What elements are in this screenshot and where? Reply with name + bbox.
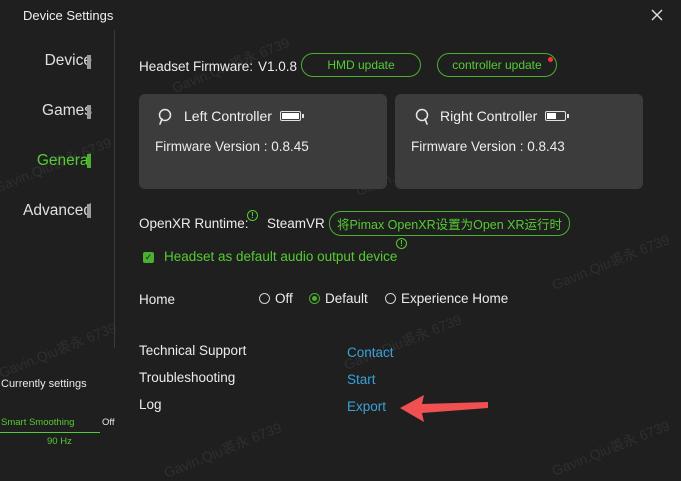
sidebar-indicator-active bbox=[87, 154, 91, 168]
technical-support-label: Technical Support bbox=[139, 343, 247, 358]
troubleshooting-label: Troubleshooting bbox=[139, 370, 236, 385]
home-radio-experience-home[interactable]: Experience Home bbox=[385, 290, 508, 306]
contact-link[interactable]: Contact bbox=[347, 345, 394, 360]
right-controller-name: Right Controller bbox=[440, 108, 538, 124]
watermark: Gavin.Qiu裘永 6739 bbox=[341, 311, 464, 373]
left-controller-firmware: Firmware Version : 0.8.45 bbox=[155, 139, 309, 154]
default-audio-checkbox[interactable]: ✓ bbox=[143, 252, 154, 263]
sidebar-indicator bbox=[87, 204, 91, 218]
smart-smoothing-underline bbox=[0, 432, 100, 433]
default-audio-label[interactable]: Headset as default audio output device bbox=[164, 249, 397, 264]
info-icon[interactable]: ! bbox=[247, 210, 258, 221]
headset-firmware-version: V1.0.8 bbox=[258, 59, 298, 74]
window-title: Device Settings bbox=[23, 8, 114, 23]
smart-smoothing-value: Off bbox=[102, 417, 115, 428]
radio-button bbox=[385, 292, 396, 304]
info-icon[interactable]: ! bbox=[396, 238, 407, 249]
radio-label: Off bbox=[275, 290, 293, 306]
annotation-arrow-icon bbox=[400, 395, 488, 422]
sidebar-item-device[interactable]: Device bbox=[45, 52, 92, 70]
sidebar-item-general[interactable]: General bbox=[37, 152, 92, 170]
right-controller-firmware: Firmware Version : 0.8.43 bbox=[411, 139, 565, 154]
sidebar-indicator bbox=[87, 105, 91, 119]
controller-icon bbox=[158, 108, 172, 125]
left-controller-name: Left Controller bbox=[184, 108, 272, 124]
radio-label: Experience Home bbox=[401, 290, 509, 306]
set-pimax-openxr-button[interactable]: 将Pimax OpenXR设置为Open XR运行时 bbox=[329, 211, 570, 236]
home-radio-off[interactable]: Off bbox=[259, 290, 293, 306]
start-link[interactable]: Start bbox=[347, 372, 376, 387]
title-bar: Device Settings bbox=[0, 0, 681, 30]
controller-update-button[interactable]: controller update bbox=[437, 53, 557, 77]
right-controller-card: Right Controller Firmware Version : 0.8.… bbox=[395, 94, 643, 189]
battery-icon bbox=[280, 111, 304, 121]
controller-icon bbox=[415, 108, 429, 125]
export-link[interactable]: Export bbox=[347, 399, 386, 414]
current-settings-label: Currently settings bbox=[1, 378, 87, 390]
log-label: Log bbox=[139, 397, 162, 412]
sidebar: Device Games General Advanced bbox=[0, 30, 114, 481]
home-radio-default[interactable]: Default bbox=[309, 290, 368, 306]
update-notification-dot bbox=[548, 57, 553, 62]
radio-label: Default bbox=[325, 290, 368, 306]
close-button[interactable] bbox=[648, 6, 666, 24]
home-label: Home bbox=[139, 292, 176, 307]
watermark: Gavin.Qiu裘永 6739 bbox=[161, 419, 284, 481]
openxr-runtime-value: SteamVR bbox=[267, 216, 325, 231]
openxr-runtime-label: OpenXR Runtime: bbox=[139, 216, 249, 231]
battery-icon bbox=[545, 111, 569, 121]
watermark: Gavin.Qiu裘永 6739 bbox=[549, 417, 672, 479]
battery-fill bbox=[282, 113, 299, 119]
radio-button bbox=[259, 292, 270, 304]
sidebar-divider bbox=[114, 30, 115, 348]
refresh-rate: 90 Hz bbox=[47, 436, 72, 447]
headset-firmware-label: Headset Firmware: bbox=[139, 59, 254, 74]
watermark: Gavin.Qiu裘永 6739 bbox=[549, 231, 672, 293]
hmd-update-button[interactable]: HMD update bbox=[301, 53, 421, 77]
left-controller-card: Left Controller Firmware Version : 0.8.4… bbox=[139, 94, 387, 189]
battery-fill bbox=[547, 113, 556, 119]
sidebar-indicator bbox=[87, 55, 91, 69]
smart-smoothing-label: Smart Smoothing bbox=[1, 417, 75, 428]
close-icon bbox=[651, 9, 663, 21]
radio-button-checked bbox=[309, 292, 320, 304]
sidebar-item-advanced[interactable]: Advanced bbox=[23, 202, 92, 220]
sidebar-item-games[interactable]: Games bbox=[42, 102, 92, 120]
